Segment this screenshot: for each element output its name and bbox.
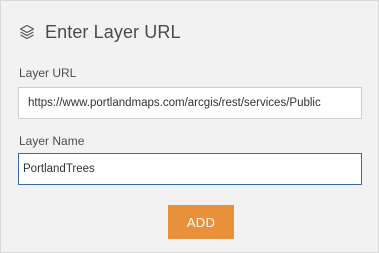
- panel-header: Enter Layer URL: [18, 19, 181, 45]
- layer-url-label: Layer URL: [19, 66, 77, 80]
- layer-name-input[interactable]: [18, 153, 362, 185]
- enter-layer-url-panel: Enter Layer URL Layer URL Layer Name ADD: [0, 0, 379, 253]
- layers-icon: [18, 23, 36, 41]
- add-button[interactable]: ADD: [168, 205, 234, 239]
- layer-name-label: Layer Name: [19, 134, 85, 148]
- panel-title: Enter Layer URL: [45, 21, 181, 42]
- layer-url-input[interactable]: [18, 87, 362, 119]
